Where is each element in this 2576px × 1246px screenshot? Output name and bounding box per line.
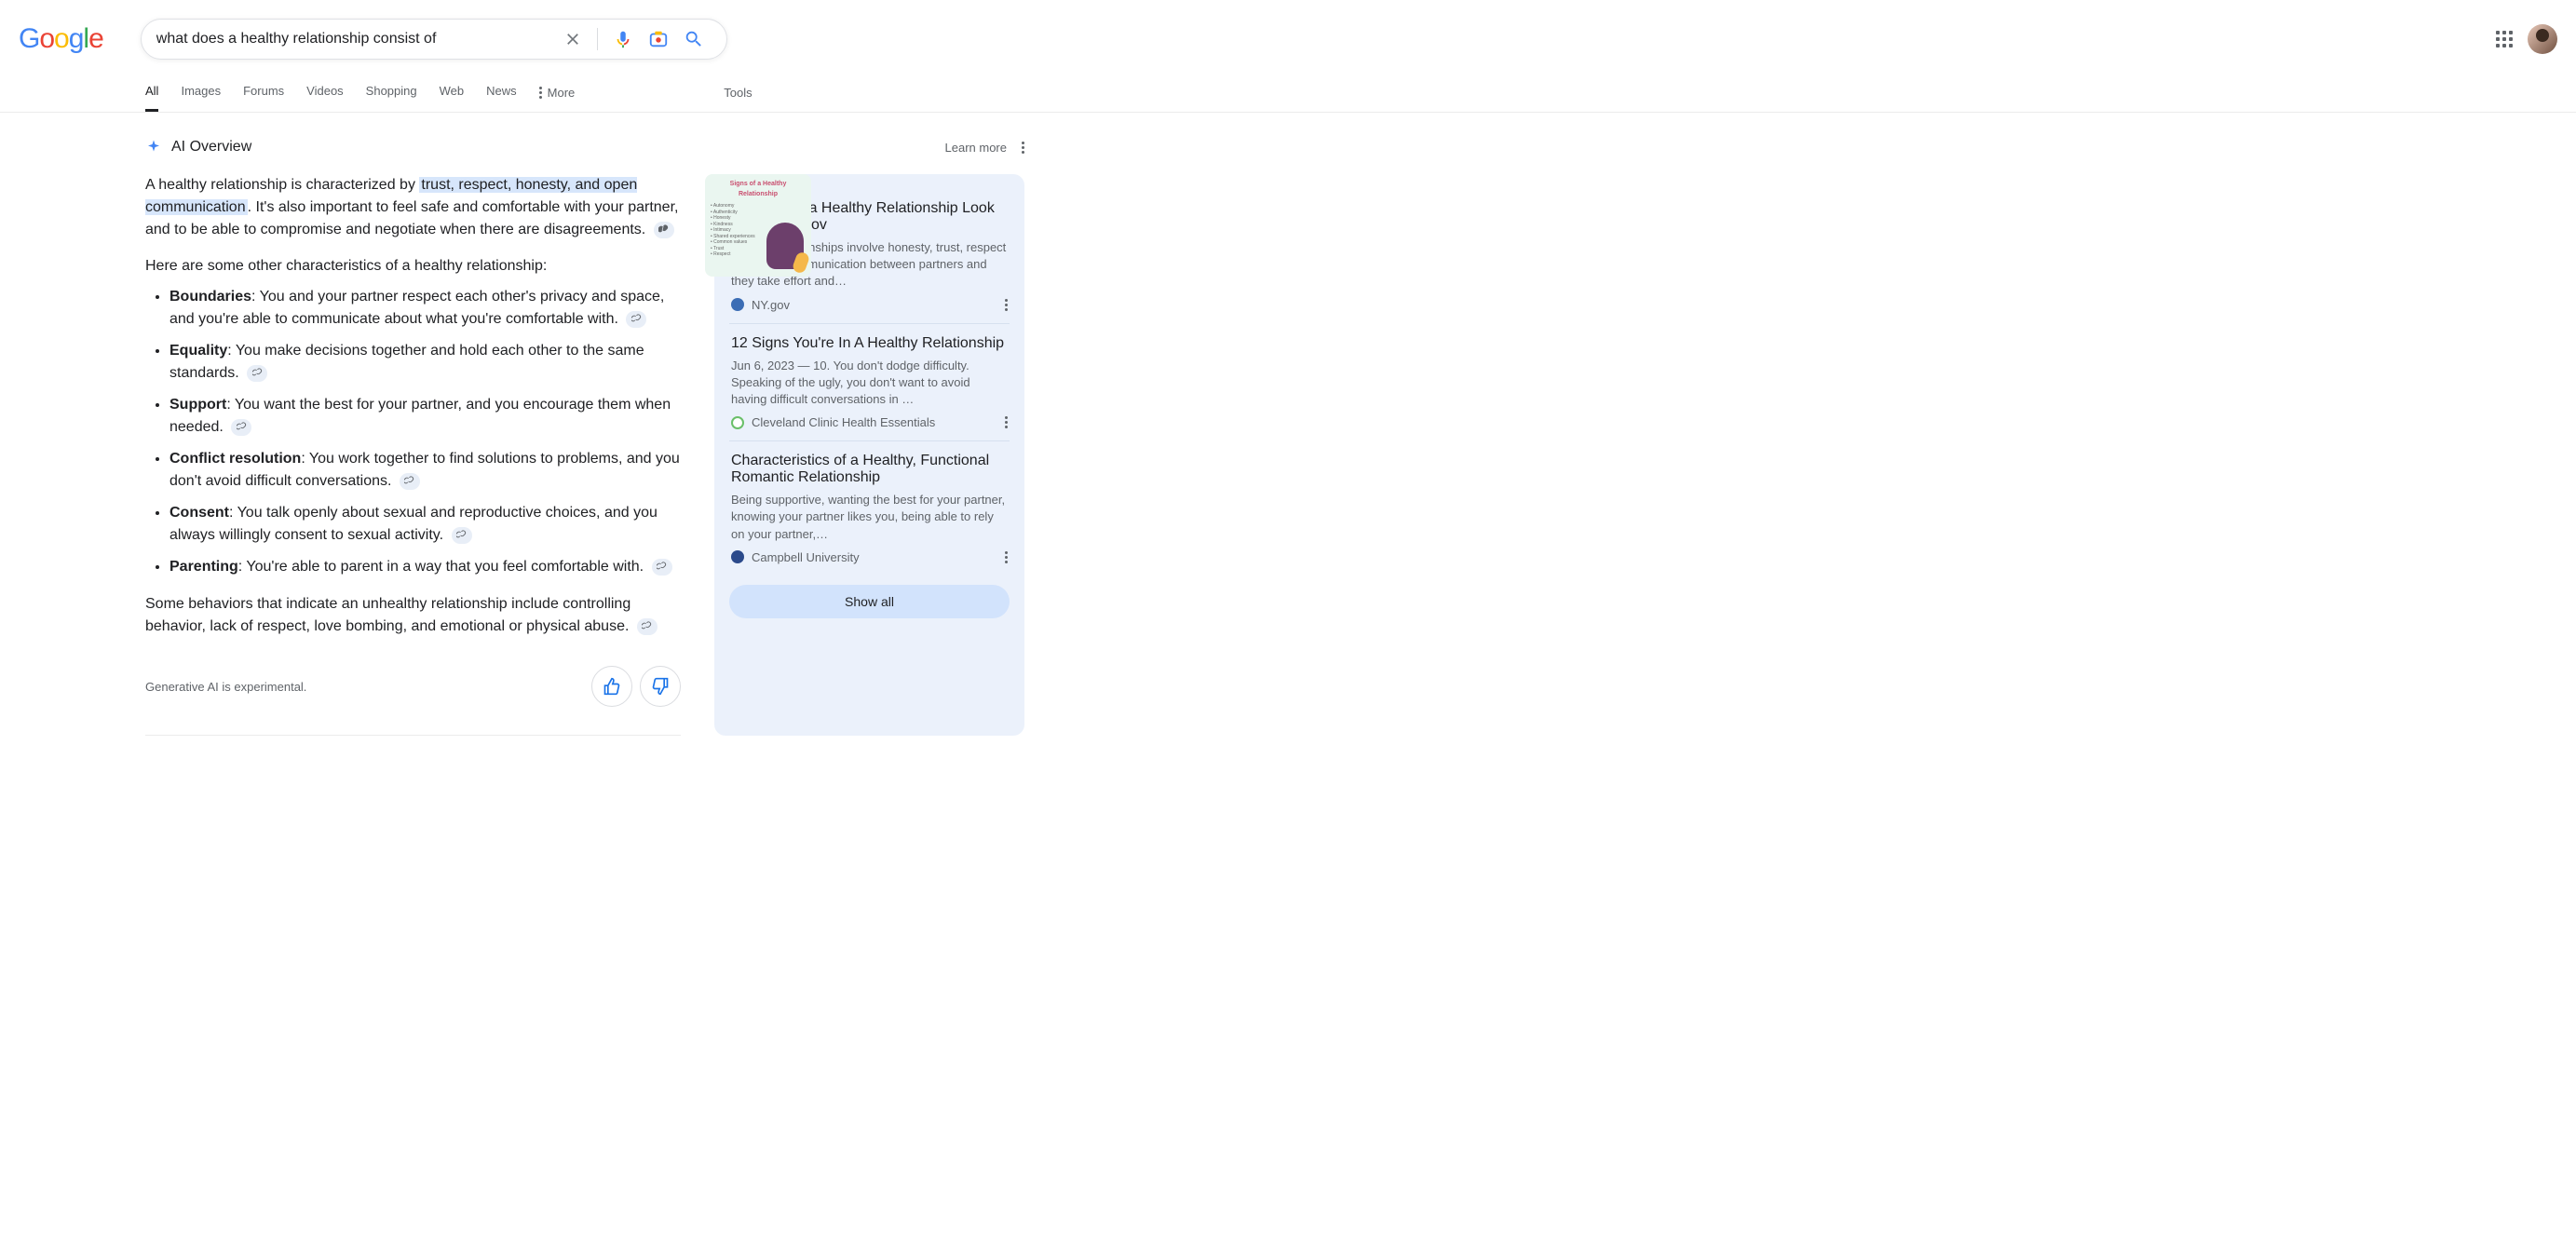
source-menu-icon[interactable] (1005, 299, 1008, 311)
source-snippet: Jun 6, 2023 — 10. You don't dodge diffic… (731, 358, 1008, 409)
sparkle-icon (145, 139, 162, 156)
favicon-icon (731, 298, 744, 311)
tab-more[interactable]: More (539, 69, 576, 112)
ai-thumbnail[interactable]: Signs of a Healthy Relationship • Autono… (705, 174, 811, 277)
source-site[interactable]: Cleveland Clinic Health Essentials (731, 415, 935, 429)
characteristic-item: Boundaries: You and your partner respect… (169, 286, 681, 331)
char-term: Conflict resolution (169, 451, 301, 467)
unhealthy-summary: Some behaviors that indicate an unhealth… (145, 593, 681, 638)
tab-shopping[interactable]: Shopping (366, 69, 417, 112)
ai-disclaimer: Generative AI is experimental. (145, 680, 306, 694)
account-avatar[interactable] (2528, 24, 2557, 54)
tab-more-label: More (548, 86, 576, 100)
citation-link-icon[interactable] (652, 559, 672, 576)
citation-link-icon[interactable] (626, 311, 646, 328)
source-menu-icon[interactable] (1005, 551, 1008, 563)
citation-link-icon[interactable] (400, 473, 420, 490)
ai-menu-icon[interactable] (1022, 142, 1024, 154)
summary-prefix: A healthy relationship is characterized … (145, 177, 419, 193)
characteristic-item: Parenting: You're able to parent in a wa… (169, 556, 681, 578)
citation-link-icon[interactable] (654, 222, 674, 238)
source-site[interactable]: Campbell University (731, 550, 860, 564)
thumbs-up-button[interactable] (591, 666, 632, 707)
learn-more-link[interactable]: Learn more (945, 141, 1007, 155)
char-term: Boundaries (169, 289, 251, 305)
source-card: Characteristics of a Healthy, Functional… (729, 441, 1010, 576)
favicon-icon (731, 416, 744, 429)
tab-web[interactable]: Web (440, 69, 465, 112)
citation-link-icon[interactable] (231, 419, 251, 436)
search-bar (141, 19, 727, 60)
voice-search-icon[interactable] (605, 29, 641, 49)
clear-icon[interactable] (556, 30, 590, 48)
char-term: Support (169, 397, 226, 413)
tab-videos[interactable]: Videos (306, 69, 344, 112)
ai-overview-title: AI Overview (171, 139, 251, 156)
characteristic-item: Support: You want the best for your part… (169, 394, 681, 439)
thumb-title: Signs of a Healthy Relationship (711, 180, 806, 199)
search-input[interactable] (156, 31, 556, 47)
source-site[interactable]: NY.gov (731, 298, 790, 312)
char-desc: : You make decisions together and hold e… (169, 343, 644, 381)
characteristic-item: Consent: You talk openly about sexual an… (169, 502, 681, 547)
tab-forums[interactable]: Forums (243, 69, 284, 112)
tools-button[interactable]: Tools (724, 71, 752, 111)
source-menu-icon[interactable] (1005, 416, 1008, 428)
char-term: Parenting (169, 559, 238, 575)
search-icon[interactable] (676, 29, 712, 49)
citation-link-icon[interactable] (247, 365, 267, 382)
favicon-icon (731, 550, 744, 563)
char-desc: : You talk openly about sexual and repro… (169, 505, 658, 543)
source-title[interactable]: 12 Signs You're In A Healthy Relationshi… (731, 335, 1008, 352)
citation-link-icon[interactable] (452, 527, 472, 544)
characteristics-heading: Here are some other characteristics of a… (145, 258, 681, 275)
show-all-button[interactable]: Show all (729, 585, 1010, 618)
char-desc: : You're able to parent in a way that yo… (238, 559, 644, 575)
tab-news[interactable]: News (486, 69, 517, 112)
source-card: 12 Signs You're In A Healthy Relationshi… (729, 324, 1010, 442)
ai-summary: A healthy relationship is characterized … (145, 174, 681, 241)
tab-images[interactable]: Images (181, 69, 221, 112)
source-snippet: Being supportive, wanting the best for y… (731, 492, 1008, 543)
google-logo[interactable]: Google (19, 23, 103, 55)
thumbs-down-button[interactable] (640, 666, 681, 707)
tab-all[interactable]: All (145, 69, 158, 112)
char-term: Consent (169, 505, 229, 521)
image-search-icon[interactable] (641, 29, 676, 49)
characteristic-item: Equality: You make decisions together an… (169, 340, 681, 385)
apps-icon[interactable] (2496, 31, 2513, 47)
characteristic-item: Conflict resolution: You work together t… (169, 448, 681, 493)
source-title[interactable]: Characteristics of a Healthy, Functional… (731, 453, 1008, 486)
char-term: Equality (169, 343, 227, 359)
citation-link-icon[interactable] (637, 618, 658, 635)
